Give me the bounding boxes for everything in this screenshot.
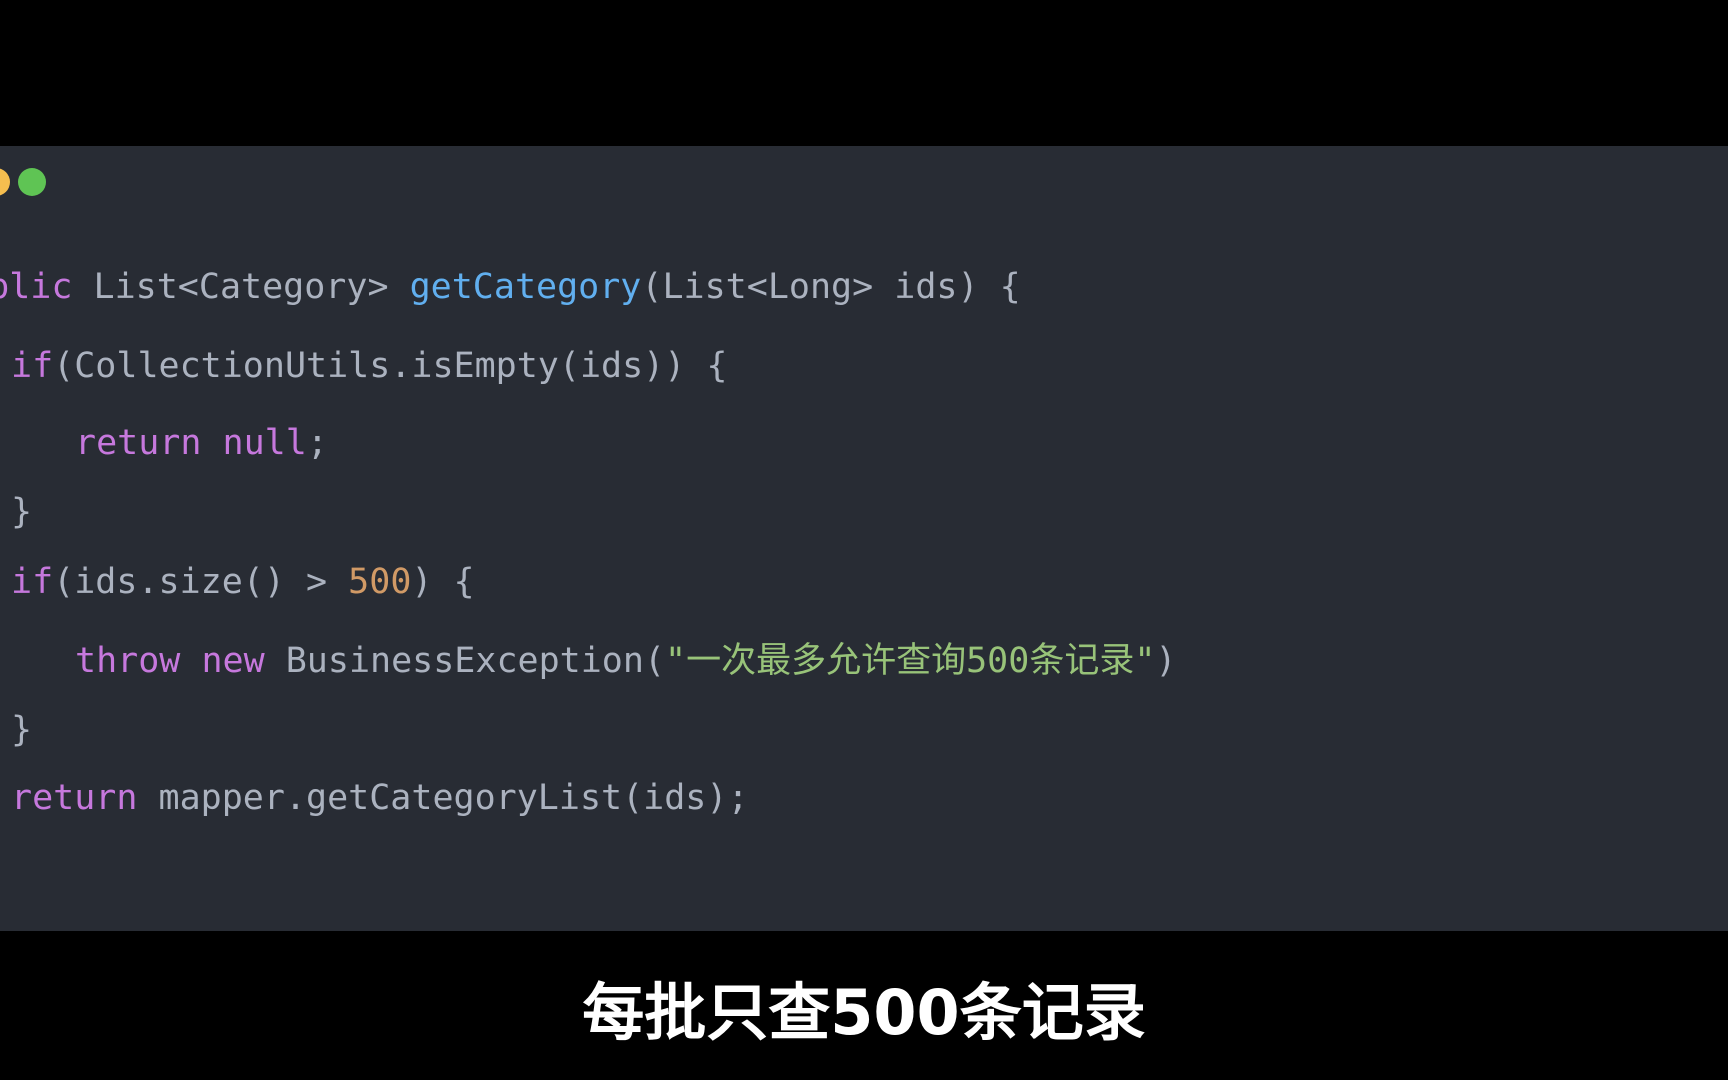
code-text: ; (306, 423, 328, 463)
keyword: if (11, 562, 54, 602)
code-line: if(CollectionUtils.isEmpty(ids)) { (11, 344, 727, 388)
keyword: null (222, 423, 307, 463)
code-line: } (11, 490, 32, 534)
code-text: ) { (411, 562, 475, 602)
code-text: (ids.size() > (53, 562, 349, 602)
code-text: mapper.getCategoryList(ids); (137, 778, 749, 818)
code-text: List<Category> (72, 267, 410, 307)
code-text: (List<Long> ids) { (641, 267, 1021, 307)
number-literal: 500 (348, 562, 412, 602)
string-literal: "一次最多允许查询500条记录" (665, 641, 1156, 681)
code-text: } (11, 710, 33, 750)
keyword: public (0, 267, 73, 307)
function-name: getCategory (409, 267, 642, 307)
keyword: return (75, 423, 202, 463)
code-line: return mapper.getCategoryList(ids); (11, 776, 749, 820)
code-editor-window: public List<Category> getCategory(List<L… (0, 146, 1728, 931)
keyword: new (201, 641, 265, 681)
code-line: public List<Category> getCategory(List<L… (0, 265, 1021, 309)
code-text: } (11, 492, 33, 532)
code-line: if(ids.size() > 500) { (11, 560, 475, 604)
video-subtitle: 每批只查500条记录 (582, 976, 1146, 1049)
code-block: public List<Category> getCategory(List<L… (0, 146, 1176, 818)
keyword: return (11, 778, 138, 818)
code-line: throw new BusinessException("一次最多允许查询500… (75, 639, 1176, 683)
code-text: (CollectionUtils.isEmpty(ids)) { (53, 346, 728, 386)
keyword: if (11, 346, 54, 386)
code-line: } (11, 708, 32, 752)
code-text: BusinessException( (264, 641, 666, 681)
keyword: throw (75, 641, 181, 681)
code-text: ) (1155, 641, 1177, 681)
code-line: return null; (75, 421, 328, 465)
